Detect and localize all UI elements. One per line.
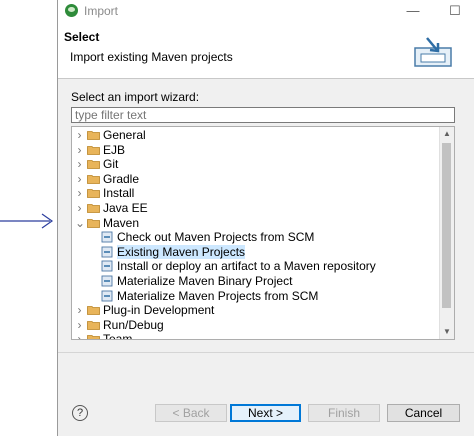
wizard-header: Select Import existing Maven projects [58,22,474,79]
chevron-right-icon[interactable]: › [75,172,84,186]
help-icon[interactable]: ? [72,405,88,421]
tree-item-label: EJB [103,142,126,157]
title-bar: Import — ☐ [58,0,474,22]
folder-icon [87,306,100,316]
filter-input[interactable] [71,107,455,123]
open-folder-icon [87,218,100,228]
folder-icon [87,131,100,140]
tree-item-label: Run/Debug [103,317,164,332]
tree-item-label: Plug-in Development [103,303,215,318]
tree-folder[interactable]: › Plug-in Development [72,303,442,317]
folder-icon [87,204,100,213]
window-title: Import [84,4,119,18]
tree-item-label: Maven [103,215,140,230]
maven-wizard-icon [101,290,113,302]
tree-folder[interactable]: › Gradle [72,172,442,186]
chevron-right-icon[interactable]: › [75,201,84,215]
scroll-thumb[interactable] [442,143,451,308]
back-button[interactable]: < Back [155,404,227,422]
tree-item-label: Materialize Maven Binary Project [117,274,293,288]
folder-icon [87,160,100,170]
eclipse-icon [65,4,78,17]
tree-item-label: Install [103,186,135,201]
tree-item-label: General [103,128,146,142]
tree-item-label: Gradle [103,171,140,186]
chevron-right-icon[interactable]: › [75,128,84,142]
next-button[interactable]: Next > [230,404,301,422]
wizard-label: Select an import wizard: [71,90,200,104]
annotation-arrow [0,213,54,229]
import-dialog: Import — ☐ Select Import existing Maven … [57,0,474,436]
tree-item-label: Team [103,332,133,340]
tree-item-label: Git [103,157,119,172]
tree-item[interactable]: Install or deploy an artifact to a Maven… [72,259,442,273]
maven-wizard-icon [101,275,113,287]
tree-folder[interactable]: › Java EE [72,201,442,215]
chevron-right-icon[interactable]: › [75,303,84,317]
tree-folder[interactable]: › Git [72,157,442,171]
tree-folder[interactable]: › Install [72,186,442,200]
scroll-down-icon[interactable]: ▼ [440,325,454,339]
chevron-right-icon[interactable]: › [75,332,84,339]
maven-wizard-icon [101,260,113,272]
chevron-right-icon[interactable]: › [75,143,84,157]
folder-icon [87,145,100,155]
page-title: Select [64,30,100,44]
tree-item[interactable]: Existing Maven Projects [72,244,442,259]
folder-icon [87,335,100,339]
chevron-right-icon[interactable]: › [75,157,84,171]
maven-wizard-icon [101,246,113,258]
import-banner-icon [414,37,452,67]
tree-item-label: Java EE [103,201,148,215]
chevron-right-icon[interactable]: › [75,186,84,200]
cancel-button[interactable]: Cancel [387,404,460,422]
page-description: Import existing Maven projects [70,50,233,64]
finish-button[interactable]: Finish [308,404,380,422]
tree-item[interactable]: Materialize Maven Binary Project [72,274,442,288]
tree-item-label: Materialize Maven Projects from SCM [117,288,319,303]
maximize-button[interactable]: ☐ [440,0,470,22]
tree-folder[interactable]: › EJB [72,143,442,157]
folder-icon [87,189,100,199]
scroll-up-icon[interactable]: ▲ [440,127,454,141]
folder-icon [87,320,100,330]
tree-item-label: Check out Maven Projects from SCM [117,230,315,245]
tree-item-label: Install or deploy an artifact to a Maven… [117,259,376,274]
tree-folder[interactable]: › General [72,128,442,142]
tree-item[interactable]: Check out Maven Projects from SCM [72,230,442,244]
wizard-tree[interactable]: ▲ ▼ › General › EJB › Git › Gradle › Install › Java… [71,126,455,340]
tree-folder[interactable]: ⌄ Maven [72,216,442,230]
minimize-button[interactable]: — [398,0,428,22]
tree-folder[interactable]: › Run/Debug [72,318,442,332]
tree-item[interactable]: Materialize Maven Projects from SCM [72,289,442,303]
chevron-right-icon[interactable]: › [75,318,84,332]
maven-wizard-icon [101,231,113,243]
tree-folder[interactable]: › Team [72,332,442,340]
footer-divider [58,352,474,353]
chevron-down-icon[interactable]: ⌄ [75,216,85,230]
folder-icon [87,174,100,184]
tree-item-label: Existing Maven Projects [117,244,246,259]
